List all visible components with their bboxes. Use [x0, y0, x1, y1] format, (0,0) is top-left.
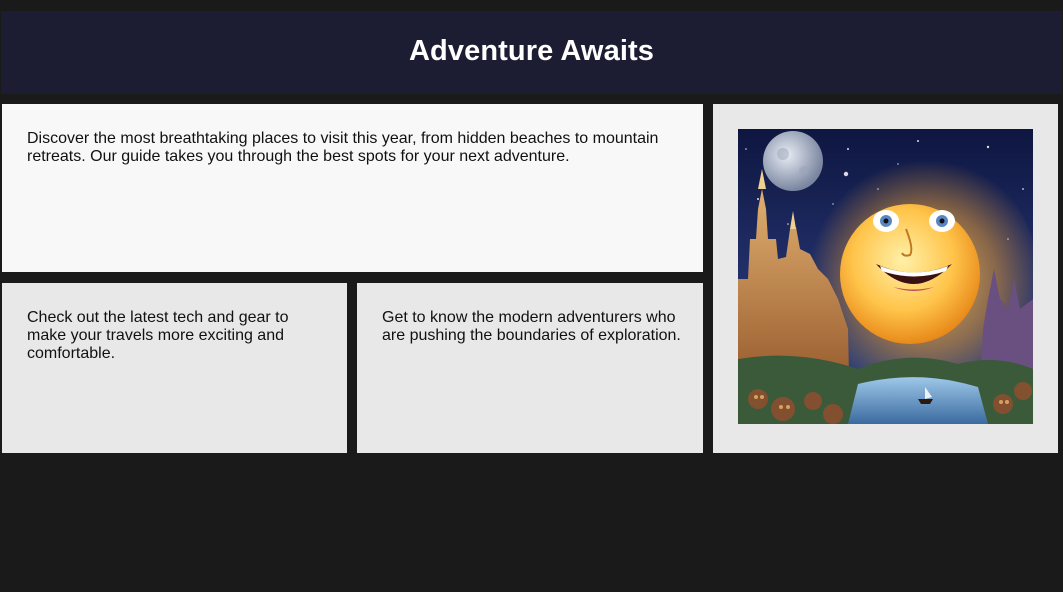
smiling-moon-image: [738, 129, 1033, 424]
site-header: Adventure Awaits: [1, 11, 1062, 94]
feature-card: Discover the most breathtaking places to…: [2, 104, 703, 272]
page: Adventure Awaits Discover the most breat…: [0, 0, 1063, 592]
people-card-text: Get to know the modern adventurers who a…: [382, 309, 681, 344]
page-title: Adventure Awaits: [409, 35, 654, 67]
people-card: Get to know the modern adventurers who a…: [357, 283, 703, 453]
tech-card-text: Check out the latest tech and gear to ma…: [27, 309, 289, 362]
feature-card-text: Discover the most breathtaking places to…: [27, 130, 659, 165]
image-card: [713, 104, 1058, 453]
tech-card: Check out the latest tech and gear to ma…: [2, 283, 347, 453]
